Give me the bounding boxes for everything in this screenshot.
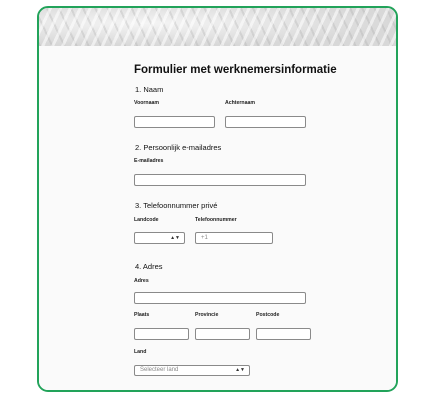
phone-label: Telefoonnummer [195, 217, 237, 223]
address-input[interactable] [134, 292, 306, 304]
phone-input[interactable]: +1 [195, 232, 273, 244]
form-title: Formulier met werknemersinformatie [134, 64, 337, 76]
postcode-input[interactable] [256, 328, 311, 340]
last-name-input[interactable] [225, 116, 306, 128]
form-card: Formulier met werknemersinformatie 1. Na… [37, 6, 398, 392]
section-title-email: 2. Persoonlijk e-mailadres [135, 143, 222, 152]
province-label: Provincie [195, 312, 219, 318]
country-code-select[interactable]: ▲▼ [134, 232, 185, 244]
email-label: E-mailadres [134, 158, 164, 164]
city-input[interactable] [134, 328, 189, 340]
first-name-input[interactable] [134, 116, 215, 128]
up-down-arrows-icon: ▲▼ [235, 367, 245, 373]
form-area: Formulier met werknemersinformatie 1. Na… [39, 46, 396, 390]
section-title-naam: 1. Naam [135, 85, 164, 94]
last-name-label: Achternaam [225, 100, 255, 106]
address-label: Adres [134, 278, 149, 284]
country-select-value: Selecteer land [140, 367, 179, 373]
section-title-address: 4. Adres [135, 262, 163, 271]
province-input[interactable] [195, 328, 250, 340]
up-down-arrows-icon: ▲▼ [170, 235, 180, 241]
country-code-label: Landcode [134, 217, 159, 223]
country-label: Land [134, 349, 147, 355]
header-banner-image [39, 8, 396, 46]
section-title-phone: 3. Telefoonnummer privé [135, 201, 218, 210]
first-name-label: Voornaam [134, 100, 159, 106]
city-label: Plaats [134, 312, 150, 318]
email-input[interactable] [134, 174, 306, 186]
postcode-label: Postcode [256, 312, 280, 318]
country-select[interactable]: Selecteer land ▲▼ [134, 365, 250, 376]
